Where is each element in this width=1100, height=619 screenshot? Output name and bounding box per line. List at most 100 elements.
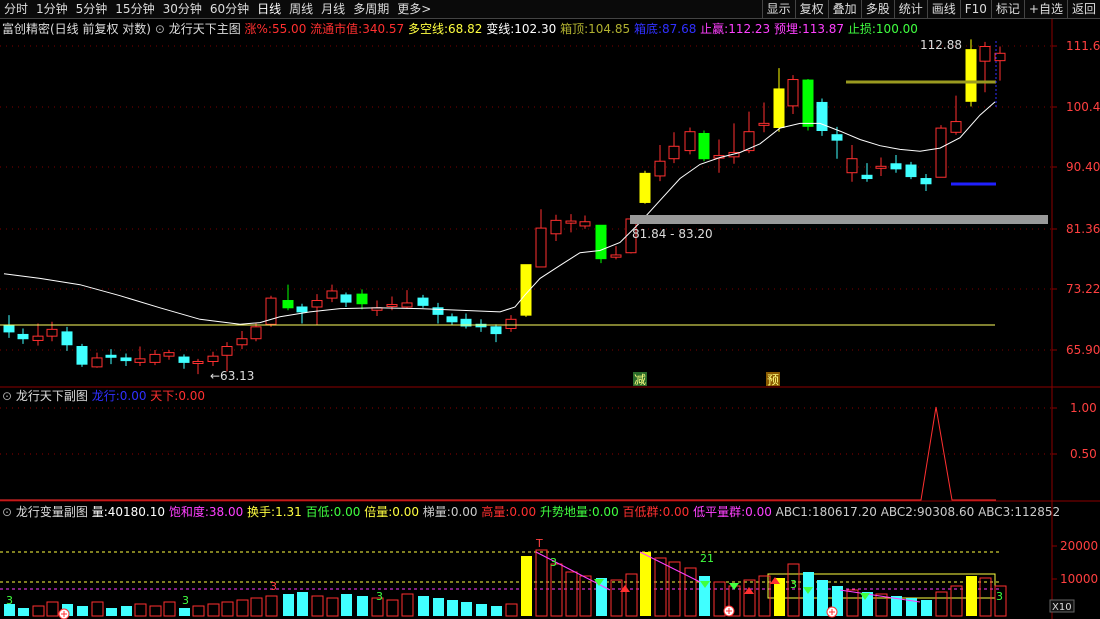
candle[interactable] bbox=[386, 304, 398, 308]
candle[interactable] bbox=[356, 293, 368, 305]
candle[interactable] bbox=[120, 357, 132, 362]
candle[interactable] bbox=[311, 300, 323, 308]
candle[interactable] bbox=[296, 306, 308, 313]
period-tab-2[interactable]: 5分钟 bbox=[72, 0, 112, 19]
candle[interactable] bbox=[282, 300, 294, 309]
candle[interactable] bbox=[639, 172, 651, 203]
candle[interactable] bbox=[505, 318, 517, 330]
period-tab-4[interactable]: 30分钟 bbox=[159, 0, 206, 19]
volume-bar[interactable] bbox=[121, 606, 132, 616]
volume-bar[interactable] bbox=[283, 594, 294, 616]
toolbar-button-3[interactable]: 多股 bbox=[860, 0, 894, 19]
volume-bar[interactable] bbox=[433, 598, 444, 616]
candle[interactable] bbox=[920, 178, 932, 185]
candle[interactable] bbox=[979, 46, 991, 62]
candle[interactable] bbox=[326, 290, 338, 299]
candle[interactable] bbox=[668, 145, 680, 160]
candle[interactable] bbox=[446, 316, 458, 323]
period-tab-7[interactable]: 周线 bbox=[285, 0, 317, 19]
candle[interactable] bbox=[207, 355, 219, 362]
candle[interactable] bbox=[595, 224, 607, 260]
candle[interactable] bbox=[17, 333, 29, 340]
candle[interactable] bbox=[134, 358, 146, 363]
volume-bar[interactable] bbox=[297, 592, 308, 616]
candle[interactable] bbox=[890, 163, 902, 170]
candle[interactable] bbox=[178, 356, 190, 363]
candle[interactable] bbox=[831, 134, 843, 141]
toolbar-button-5[interactable]: 画线 bbox=[926, 0, 960, 19]
period-tab-3[interactable]: 15分钟 bbox=[111, 0, 158, 19]
toolbar-button-1[interactable]: 复权 bbox=[794, 0, 828, 19]
volume-bar[interactable] bbox=[106, 608, 117, 616]
volume-bar[interactable] bbox=[179, 608, 190, 616]
candle[interactable] bbox=[550, 219, 562, 235]
candle[interactable] bbox=[46, 328, 58, 337]
toolbar-button-9[interactable]: 返回 bbox=[1066, 0, 1100, 19]
candle[interactable] bbox=[698, 132, 710, 160]
candle[interactable] bbox=[76, 346, 88, 365]
candle[interactable] bbox=[654, 160, 666, 177]
candle[interactable] bbox=[579, 221, 591, 227]
candle[interactable] bbox=[773, 88, 785, 129]
candle[interactable] bbox=[846, 158, 858, 174]
period-tab-9[interactable]: 多周期 bbox=[349, 0, 393, 19]
candle[interactable] bbox=[105, 354, 117, 358]
candle[interactable] bbox=[565, 220, 577, 224]
sub-chart-panel[interactable]: 1.000.50⊙ 龙行天下副图 龙行:0.00 天下:0.00 bbox=[0, 388, 1100, 502]
main-chart-panel[interactable]: 111.6 100.4 90.40 81.36 73.22 65.90 富创精密(日线 前复… bbox=[0, 19, 1100, 388]
volume-bar[interactable] bbox=[640, 552, 651, 616]
candle[interactable] bbox=[802, 79, 814, 127]
volume-panel[interactable]: 20000 10000 ⊙ 龙行变量副图 量:40180.10 饱和度:38.00 … bbox=[0, 502, 1100, 619]
volume-bar[interactable] bbox=[461, 602, 472, 616]
candle[interactable] bbox=[221, 346, 233, 356]
volume-bar[interactable] bbox=[341, 594, 352, 616]
toolbar-button-8[interactable]: +自选 bbox=[1023, 0, 1067, 19]
volume-bar[interactable] bbox=[18, 608, 29, 616]
candle[interactable] bbox=[787, 79, 799, 107]
candle[interactable] bbox=[149, 353, 161, 363]
volume-bar[interactable] bbox=[966, 576, 977, 616]
period-tab-0[interactable]: 分时 bbox=[0, 0, 32, 19]
period-tab-6[interactable]: 日线 bbox=[253, 0, 285, 19]
candle[interactable] bbox=[935, 127, 947, 178]
volume-bar[interactable] bbox=[921, 600, 932, 616]
period-tab-5[interactable]: 60分钟 bbox=[206, 0, 253, 19]
volume-bar[interactable] bbox=[803, 572, 814, 616]
candle[interactable] bbox=[401, 302, 413, 308]
volume-bar[interactable] bbox=[817, 580, 828, 616]
volume-bar[interactable] bbox=[77, 606, 88, 616]
candle[interactable] bbox=[3, 324, 15, 333]
period-tab-1[interactable]: 1分钟 bbox=[32, 0, 72, 19]
candle[interactable] bbox=[816, 101, 828, 131]
candle[interactable] bbox=[758, 122, 770, 126]
candle[interactable] bbox=[905, 164, 917, 178]
toolbar-button-2[interactable]: 叠加 bbox=[827, 0, 861, 19]
candle[interactable] bbox=[340, 294, 352, 303]
candle[interactable] bbox=[250, 326, 262, 340]
candle[interactable] bbox=[192, 360, 204, 364]
candle[interactable] bbox=[950, 121, 962, 133]
volume-bar[interactable] bbox=[447, 600, 458, 616]
candle[interactable] bbox=[236, 338, 248, 346]
candle[interactable] bbox=[875, 165, 887, 169]
volume-bar[interactable] bbox=[476, 604, 487, 616]
candle[interactable] bbox=[490, 326, 502, 335]
toolbar-button-0[interactable]: 显示 bbox=[761, 0, 795, 19]
toolbar-button-7[interactable]: 标记 bbox=[990, 0, 1024, 19]
candle[interactable] bbox=[163, 352, 175, 357]
toolbar-button-4[interactable]: 统计 bbox=[893, 0, 927, 19]
candle[interactable] bbox=[684, 131, 696, 152]
toolbar-button-6[interactable]: F10 bbox=[959, 0, 991, 19]
period-tab-8[interactable]: 月线 bbox=[317, 0, 349, 19]
volume-bar[interactable] bbox=[521, 556, 532, 616]
candle[interactable] bbox=[61, 331, 73, 346]
candle[interactable] bbox=[32, 335, 44, 341]
candle[interactable] bbox=[610, 254, 622, 258]
candle[interactable] bbox=[535, 227, 547, 268]
volume-bar[interactable] bbox=[357, 596, 368, 616]
candle[interactable] bbox=[965, 49, 977, 102]
volume-bar[interactable] bbox=[491, 606, 502, 616]
candle[interactable] bbox=[861, 174, 873, 180]
candle[interactable] bbox=[91, 357, 103, 368]
period-tab-10[interactable]: 更多> bbox=[393, 0, 435, 19]
